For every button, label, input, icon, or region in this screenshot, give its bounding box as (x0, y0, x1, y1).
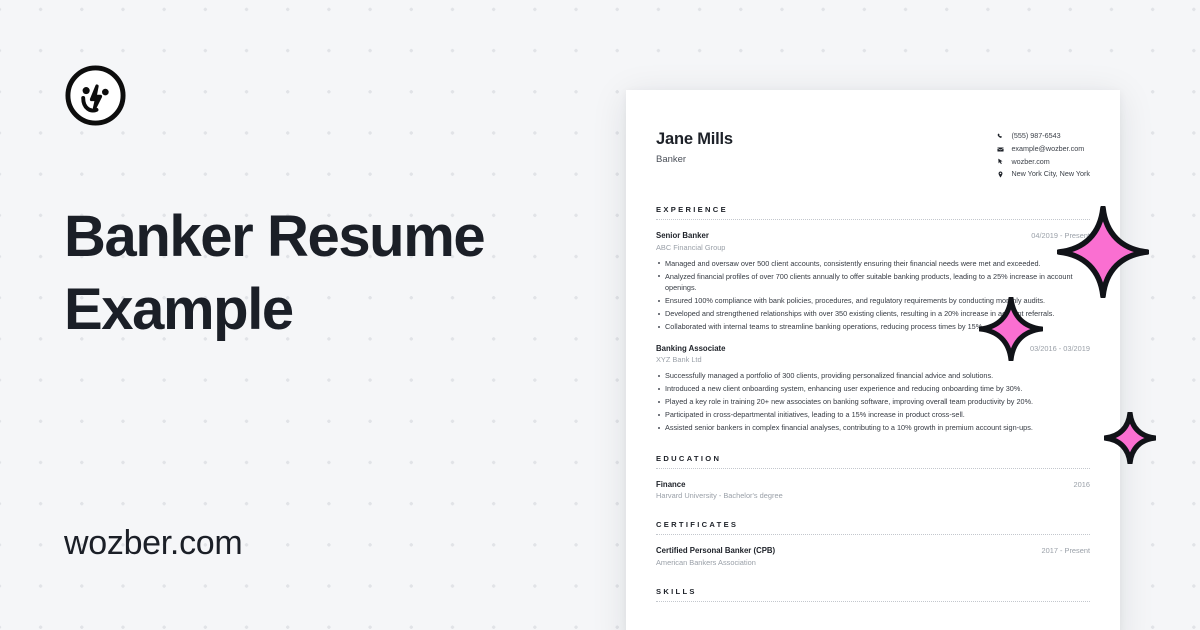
contact-value: wozber.com (1011, 156, 1050, 166)
promo-banner: Banker Resume Example wozber.com Jane Mi… (0, 0, 1200, 630)
entry-title: Banking Associate (656, 343, 726, 353)
resume-header: Jane Mills Banker (555) 987-6543 example… (656, 130, 1090, 183)
section-heading: EDUCATION (656, 453, 722, 463)
sparkle-icon (979, 297, 1043, 361)
section-skills: SKILLS (656, 587, 1090, 602)
section-certificates: CERTIFICATES Certified Personal Banker (… (656, 520, 1090, 567)
bullet-item: Assisted senior bankers in complex finan… (656, 422, 1090, 434)
resume-document: Jane Mills Banker (555) 987-6543 example… (626, 90, 1120, 630)
section-heading: CERTIFICATES (656, 520, 739, 530)
cursor-icon (997, 158, 1008, 165)
section-heading: SKILLS (656, 586, 697, 596)
certificate-entry: Certified Personal Banker (CPB) 2017 - P… (656, 546, 1090, 567)
entry-issuer: American Bankers Association (656, 557, 756, 567)
section-education: EDUCATION Finance 2016 Harvard Universit… (656, 453, 1090, 501)
contact-item: wozber.com (997, 156, 1090, 167)
envelope-icon (997, 146, 1008, 153)
contact-item: (555) 987-6543 (997, 131, 1090, 141)
bullet-item: Played a key role in training 20+ new as… (656, 396, 1090, 408)
contact-value: (555) 987-6543 (1011, 131, 1061, 140)
bullet-item: Successfully managed a portfolio of 300 … (656, 370, 1090, 382)
entry-title: Certified Personal Banker (CPB) (656, 546, 776, 556)
section-divider (656, 600, 1090, 602)
bullet-item: Participated in cross-departmental initi… (656, 409, 1090, 421)
bullet-item: Introduced a new client onboarding syste… (656, 383, 1090, 395)
entry-date: 2017 - Present (1041, 546, 1090, 556)
section-heading: EXPERIENCE (656, 205, 728, 215)
brand-url: wozber.com (64, 524, 243, 562)
entry-title: Senior Banker (656, 231, 709, 241)
section-divider (656, 219, 1090, 221)
section-divider (656, 467, 1090, 469)
location-pin-icon (997, 171, 1008, 178)
entry-school: Harvard University - Bachelor's degree (656, 491, 783, 501)
contact-value: New York City, New York (1011, 169, 1090, 179)
entry-date: 2016 (1073, 479, 1090, 489)
sparkle-icon (1057, 206, 1149, 298)
entry-company: ABC Financial Group (656, 242, 726, 252)
contact-item: New York City, New York (997, 170, 1090, 179)
entry-bullets: Successfully managed a portfolio of 300 … (656, 370, 1090, 434)
phone-icon (997, 133, 1008, 140)
education-entry: Finance 2016 Harvard University - Bachel… (656, 480, 1090, 501)
contact-value: example@wozber.com (1011, 143, 1085, 153)
sparkle-icon (1104, 412, 1156, 464)
contact-item: example@wozber.com (997, 143, 1090, 154)
wozber-smiley-logo-icon (64, 64, 127, 127)
resume-job-title: Banker (656, 153, 687, 165)
entry-title: Finance (656, 479, 686, 489)
resume-identity: Jane Mills Banker (656, 130, 733, 165)
headline-line-2: Example (64, 277, 294, 343)
section-divider (656, 534, 1090, 536)
resume-name: Jane Mills (656, 130, 733, 148)
bullet-item: Analyzed financial profiles of over 700 … (656, 271, 1090, 294)
headline-line-1: Banker Resume (64, 204, 486, 269)
contact-list: (555) 987-6543 example@wozber.com wozber… (997, 131, 1090, 183)
page-title: Banker Resume Example (64, 200, 624, 346)
bullet-item: Managed and oversaw over 500 client acco… (656, 258, 1090, 270)
